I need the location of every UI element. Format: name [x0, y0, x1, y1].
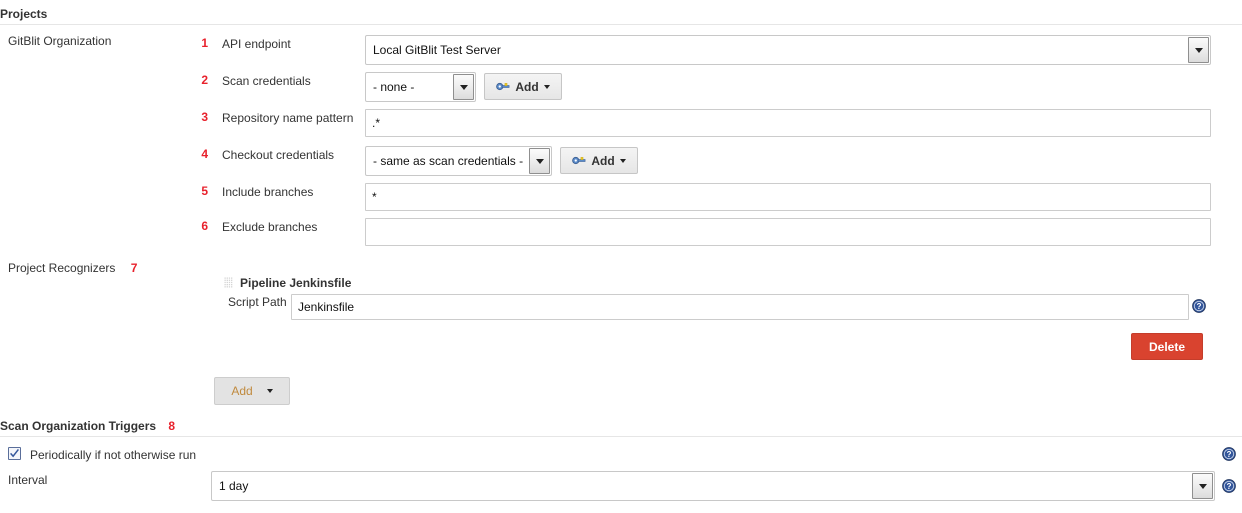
checkout-credentials-value: - same as scan credentials -	[373, 154, 524, 168]
gitblit-organization-gutter-label: GitBlit Organization	[8, 34, 112, 48]
row-marker-1: 1	[201, 36, 208, 50]
row-marker-4: 4	[201, 147, 208, 161]
chevron-down-icon	[266, 389, 273, 393]
checkout-credentials-add-button[interactable]: Add	[560, 147, 638, 174]
chevron-down-icon	[459, 84, 468, 90]
api-endpoint-label: API endpoint	[222, 37, 291, 51]
recognizer-name: Pipeline Jenkinsfile	[240, 276, 352, 290]
drag-handle-icon[interactable]	[224, 277, 233, 288]
row-marker-2: 2	[201, 73, 208, 87]
check-icon	[10, 448, 19, 458]
scan-credentials-dropdown-button[interactable]	[453, 74, 474, 100]
periodically-checkbox-label: Periodically if not otherwise run	[30, 448, 197, 462]
help-circle-icon[interactable]: ?	[1222, 479, 1236, 493]
svg-text:?: ?	[1227, 482, 1232, 491]
exclude-branches-input[interactable]	[365, 218, 1211, 246]
scan-credentials-add-button[interactable]: Add	[484, 73, 562, 100]
scan-credentials-label: Scan credentials	[222, 74, 311, 88]
key-icon	[572, 156, 586, 165]
svg-text:?: ?	[1197, 302, 1202, 311]
checkout-credentials-select[interactable]: - same as scan credentials -	[365, 146, 552, 176]
checkout-credentials-dropdown-button[interactable]	[529, 148, 550, 174]
chevron-down-icon	[1198, 483, 1207, 489]
help-circle-icon[interactable]: ?	[1192, 299, 1206, 313]
projects-section-divider	[0, 24, 1242, 25]
chevron-down-icon	[619, 158, 626, 163]
repository-name-pattern-input[interactable]	[365, 109, 1211, 137]
project-recognizers-gutter-label: Project Recognizers 7	[8, 261, 137, 275]
api-endpoint-dropdown-button[interactable]	[1188, 37, 1209, 63]
chevron-down-icon	[1194, 47, 1203, 53]
row-marker-6: 6	[201, 219, 208, 233]
scan-credentials-select[interactable]: - none -	[365, 72, 476, 102]
include-branches-input[interactable]	[365, 183, 1211, 211]
script-path-label: Script Path	[228, 295, 287, 309]
scan-credentials-add-label: Add	[515, 79, 539, 94]
interval-select[interactable]: 1 day	[211, 471, 1215, 501]
repository-name-pattern-label: Repository name pattern	[222, 111, 354, 125]
add-recognizer-label: Add	[231, 384, 253, 398]
include-branches-label: Include branches	[222, 185, 314, 199]
scan-triggers-section-header: Scan Organization Triggers 8	[0, 419, 1242, 437]
api-endpoint-value: Local GitBlit Test Server	[373, 43, 501, 57]
exclude-branches-label: Exclude branches	[222, 220, 318, 234]
key-icon	[496, 82, 510, 91]
interval-dropdown-button[interactable]	[1192, 473, 1213, 499]
project-recognizers-title: Project Recognizers	[8, 261, 116, 275]
script-path-input[interactable]	[291, 294, 1189, 320]
checkout-credentials-add-label: Add	[591, 153, 615, 168]
svg-text:?: ?	[1227, 450, 1232, 459]
help-circle-icon[interactable]: ?	[1222, 447, 1236, 461]
scan-triggers-section-divider	[0, 436, 1242, 437]
checkout-credentials-label: Checkout credentials	[222, 148, 335, 162]
add-recognizer-button[interactable]: Add	[214, 377, 290, 405]
delete-recognizer-button[interactable]: Delete	[1131, 333, 1203, 360]
interval-value: 1 day	[219, 479, 249, 493]
interval-label: Interval	[8, 473, 48, 487]
row-marker-7: 7	[130, 261, 138, 275]
scan-triggers-section-title: Scan Organization Triggers	[0, 419, 157, 433]
chevron-down-icon	[543, 84, 550, 89]
row-marker-5: 5	[201, 184, 208, 198]
row-marker-3: 3	[201, 110, 208, 124]
projects-section-title: Projects	[0, 7, 48, 21]
scan-credentials-value: - none -	[373, 80, 415, 94]
projects-section-header: Projects	[0, 7, 1242, 25]
periodically-checkbox[interactable]	[8, 447, 21, 460]
chevron-down-icon	[535, 158, 544, 164]
row-marker-8: 8	[168, 419, 176, 433]
api-endpoint-select[interactable]: Local GitBlit Test Server	[365, 35, 1211, 65]
